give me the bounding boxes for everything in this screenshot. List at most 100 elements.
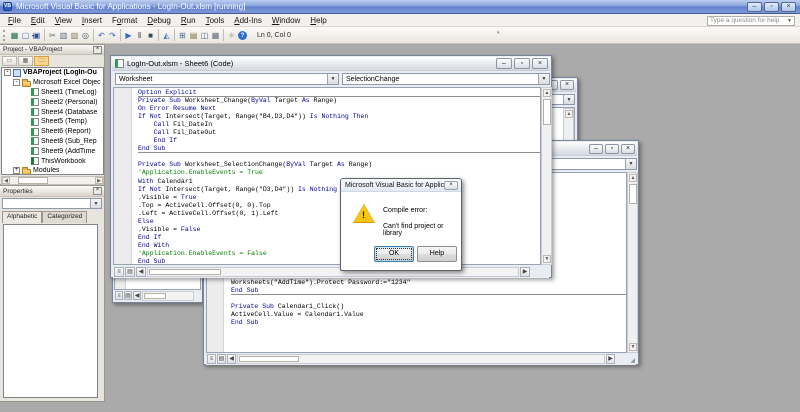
tree-item-modules[interactable]: +Modules — [2, 166, 103, 175]
design-mode-icon[interactable]: ◭ — [161, 29, 172, 42]
tree-item-microsoft-excel-objec[interactable]: -Microsoft Excel Objec — [2, 78, 103, 88]
menu-insert[interactable]: Insert — [77, 14, 107, 27]
properties-panel-header[interactable]: Properties × — [0, 186, 104, 197]
hscroll-track[interactable] — [147, 267, 519, 277]
code-text[interactable]: Option ExplicitPrivate Sub Worksheet_Cha… — [132, 89, 540, 265]
scroll-down-icon[interactable]: ▼ — [543, 255, 551, 263]
scroll-left-icon[interactable]: ◀ — [2, 177, 10, 184]
scroll-up-icon[interactable]: ▲ — [543, 89, 551, 97]
tree-item-sheet4-database[interactable]: Sheet4 (Database — [2, 107, 103, 117]
project-explorer-icon[interactable]: ⊞ — [177, 29, 188, 42]
menu-window[interactable]: Window — [267, 14, 305, 27]
properties-list[interactable] — [3, 224, 98, 398]
tree-item-sheet9-addtime[interactable]: Sheet9 (AddTime — [2, 146, 103, 156]
module-view-button[interactable]: ▤ — [217, 354, 226, 364]
view-object-button[interactable]: ▦ — [18, 56, 33, 66]
menu-run[interactable]: Run — [176, 14, 201, 27]
office-assistant-icon[interactable]: ✳ — [226, 29, 237, 42]
code-window-titlebar[interactable]: LogIn-Out.xlsm - Sheet6 (Code) – ▫ × — [112, 57, 550, 71]
scroll-thumb[interactable] — [239, 356, 299, 362]
run-icon[interactable]: ▶ — [123, 29, 134, 42]
app-titlebar[interactable]: VB Microsoft Visual Basic for Applicatio… — [0, 0, 800, 14]
menu-tools[interactable]: Tools — [201, 14, 230, 27]
project-panel-close-icon[interactable]: × — [93, 46, 102, 54]
tree-item-sheet5-temp[interactable]: Sheet5 (Temp) — [2, 117, 103, 127]
tree-item-sheet2-personal[interactable]: Sheet2 (Personal) — [2, 97, 103, 107]
procedure-view-button[interactable]: ≡ — [115, 291, 123, 300]
help-button[interactable]: Help — [417, 246, 457, 262]
properties-object-combo[interactable]: ▼ — [2, 198, 102, 209]
project-tree-hscrollbar[interactable]: ◀ ▶ — [1, 176, 104, 185]
toolbox-icon[interactable]: ▦ — [210, 29, 221, 42]
menu-file[interactable]: File — [3, 14, 26, 27]
object-browser-icon[interactable]: ◫ — [199, 29, 210, 42]
scroll-left-icon[interactable]: ◀ — [136, 267, 146, 277]
menu-view[interactable]: View — [50, 14, 77, 27]
scroll-up-icon[interactable]: ▲ — [565, 110, 573, 118]
find-icon[interactable]: ◎ — [80, 29, 91, 42]
code-vscrollbar[interactable]: ▲ ▼ — [541, 87, 552, 265]
tree-item-sheet1-timelog[interactable]: Sheet1 (TimeLog) — [2, 88, 103, 98]
app-maximize-button[interactable]: ▫ — [764, 2, 779, 12]
toggle-folders-button[interactable]: 🗀 — [34, 56, 49, 66]
module-view-button[interactable]: ▤ — [125, 267, 135, 277]
toolbar-overflow-handle[interactable]: ▾ — [497, 30, 500, 36]
window-minimize-button[interactable]: – — [589, 144, 603, 154]
insert-userform-icon[interactable]: ▢▾ — [20, 29, 31, 42]
properties-panel-close-icon[interactable]: × — [93, 187, 102, 195]
window-close-button[interactable]: × — [560, 80, 574, 90]
undo-icon[interactable]: ↶ — [96, 29, 107, 42]
scroll-left-icon[interactable]: ◀ — [227, 354, 236, 364]
code-window[interactable]: LogIn-Out.xlsm - Sheet6 (Code) – ▫ × Wor… — [110, 55, 552, 278]
menu-addins[interactable]: Add-Ins — [229, 14, 267, 27]
view-code-button[interactable]: ▭ — [2, 56, 17, 66]
window-restore-button[interactable]: ▫ — [605, 144, 619, 154]
menu-edit[interactable]: Edit — [26, 14, 50, 27]
properties-window-icon[interactable]: ▤ — [188, 29, 199, 42]
procedure-view-button[interactable]: ≡ — [207, 354, 216, 364]
scroll-up-icon[interactable]: ▲ — [629, 174, 637, 182]
scroll-right-icon[interactable]: ▶ — [95, 177, 103, 184]
app-close-button[interactable]: × — [781, 2, 796, 12]
scroll-right-icon[interactable]: ▶ — [520, 267, 530, 277]
procedure-combo[interactable]: SelectionChange ▼ — [342, 73, 550, 85]
expand-icon[interactable]: + — [13, 167, 20, 174]
paste-icon[interactable]: ▧ — [69, 29, 80, 42]
reset-icon[interactable]: ■ — [145, 29, 156, 42]
scroll-down-icon[interactable]: ▼ — [629, 343, 637, 351]
tree-item-vbaproject-login-ou[interactable]: -VBAProject (LogIn-Ou — [2, 68, 103, 78]
window-close-button[interactable]: × — [621, 144, 635, 154]
module-view-button[interactable]: ▤ — [124, 291, 132, 300]
cut-icon[interactable]: ✂ — [47, 29, 58, 42]
scroll-right-icon[interactable]: ▶ — [606, 354, 615, 364]
menu-debug[interactable]: Debug — [142, 14, 176, 27]
hscroll-track[interactable] — [142, 291, 194, 301]
dialog-close-icon[interactable]: × — [444, 181, 458, 190]
scroll-thumb[interactable] — [144, 293, 166, 299]
window-close-button[interactable]: × — [532, 58, 548, 69]
toolbar-grip[interactable] — [3, 30, 5, 41]
tree-item-thisworkbook[interactable]: ThisWorkbook — [2, 156, 103, 166]
back-bottom-vscrollbar[interactable]: ▲ ▼ — [627, 172, 638, 353]
collapse-icon[interactable]: - — [4, 69, 11, 76]
project-panel-header[interactable]: Project - VBAProject × — [0, 45, 104, 55]
redo-icon[interactable]: ↷ — [107, 29, 118, 42]
procedure-view-button[interactable]: ≡ — [114, 267, 124, 277]
window-minimize-button[interactable]: – — [496, 58, 512, 69]
scroll-thumb[interactable] — [629, 184, 637, 204]
resize-grip[interactable]: ◢ — [630, 357, 635, 364]
menu-help[interactable]: Help — [305, 14, 331, 27]
save-icon[interactable]: ▣ — [31, 29, 42, 42]
hscroll-track[interactable] — [237, 354, 605, 364]
menu-format[interactable]: Format — [107, 14, 142, 27]
window-restore-button[interactable]: ▫ — [514, 58, 530, 69]
ok-button[interactable]: OK — [374, 246, 414, 262]
tree-item-sheet8-sub-rep[interactable]: Sheet8 (Sub_Rep — [2, 137, 103, 147]
break-icon[interactable]: ‖ — [134, 29, 145, 42]
scroll-thumb[interactable] — [543, 99, 551, 125]
view-excel-icon[interactable]: ▦ — [9, 29, 20, 42]
code-editor-area[interactable]: Option ExplicitPrivate Sub Worksheet_Cha… — [113, 87, 541, 265]
tab-categorized[interactable]: Categorized — [42, 211, 87, 223]
help-icon[interactable]: ? — [237, 29, 248, 42]
tree-item-sheet6-report[interactable]: Sheet6 (Report) — [2, 127, 103, 137]
